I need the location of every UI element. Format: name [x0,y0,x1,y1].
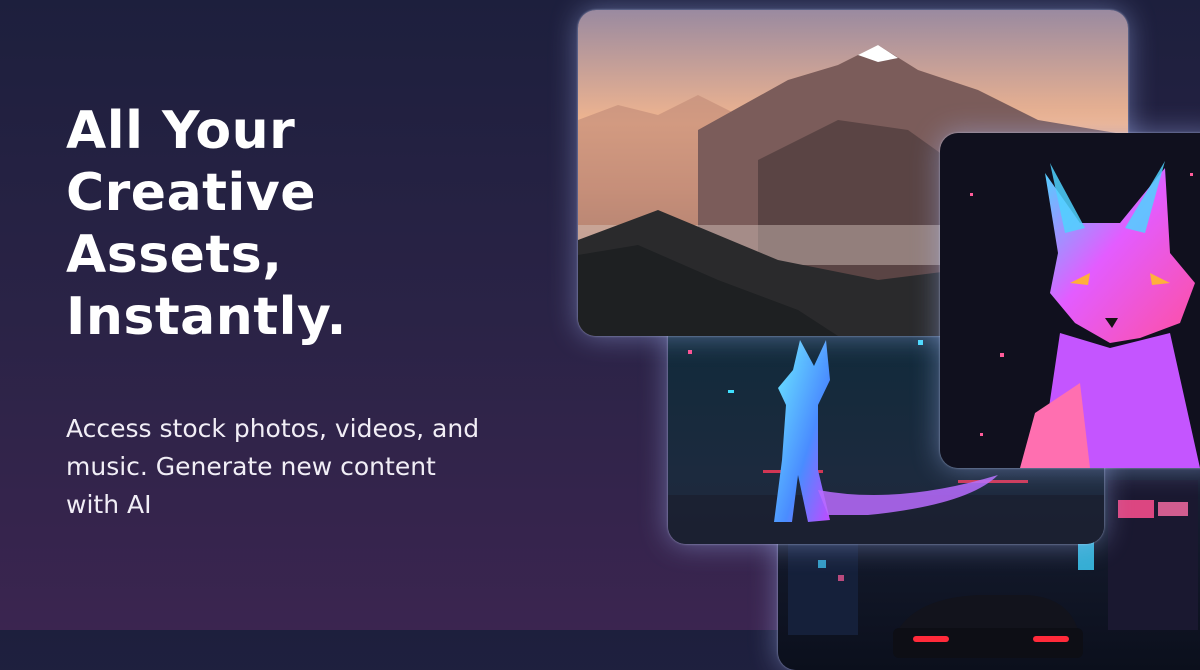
headline-line: Instantly. [66,287,347,347]
subtitle: Access stock photos, videos, and music. … [66,414,480,519]
headline-line: Creative [66,163,317,223]
headline: All Your Creative Assets, Instantly. [66,100,536,348]
headline-line: Assets, [66,225,283,285]
headline-line: All Your [66,101,296,161]
hero-text: All Your Creative Assets, Instantly. Acc… [66,100,536,524]
pink-fox-image [940,133,1200,468]
pink-fox-image-card [940,133,1200,468]
